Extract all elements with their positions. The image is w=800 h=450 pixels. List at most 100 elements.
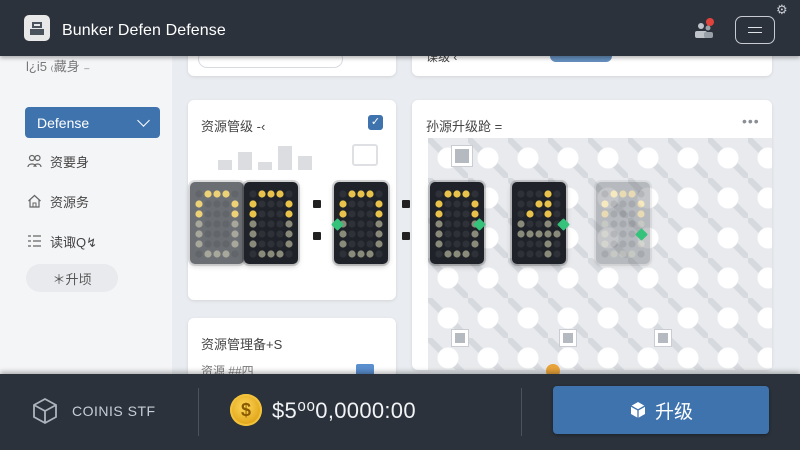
led-dot [348,240,356,248]
led-dot [619,230,627,238]
led-dot [462,250,470,258]
led-dot [258,190,266,198]
led-dot [526,230,534,238]
led-dot [222,240,230,248]
led-dot [348,250,356,258]
led-dot [285,230,293,238]
panel-checkbox[interactable]: ✓ [368,115,383,130]
timer-digit-box [596,182,650,264]
led-dot [285,200,293,208]
led-dot [610,240,618,248]
led-dot [517,200,525,208]
sidebar-item-list[interactable]: 读诹Q↯ [26,232,97,251]
upgrade-label: 升级 [654,401,693,423]
map-marker [655,330,671,346]
led-dot [285,210,293,218]
led-dot [195,250,203,258]
sidebar-item-label: 资要身 [50,155,90,170]
led-dot [213,230,221,238]
led-dot [444,190,452,198]
led-dot [195,200,203,208]
led-dot [285,250,293,258]
balance-value: $5⁰⁰0,0000:00 [272,398,416,423]
led-dot [375,240,383,248]
led-dot [553,210,561,218]
led-dot [535,210,543,218]
map-marker [452,146,472,166]
led-dot [435,190,443,198]
mini-bar-chart [218,142,312,170]
cube-icon [33,397,57,425]
coins-label: COINIS STF [72,403,156,419]
led-dot [553,190,561,198]
led-dot [619,190,627,198]
led-dot [348,210,356,218]
led-dot [231,230,239,238]
led-dot [195,230,203,238]
led-dot [222,200,230,208]
led-dot [619,240,627,248]
led-dot [453,220,461,228]
led-dot [471,200,479,208]
upgrade-button[interactable]: 升级 [553,386,769,434]
led-dot [462,190,470,198]
timer-digit [601,190,645,258]
led-dot [249,220,257,228]
led-dot [610,200,618,208]
led-dot [267,230,275,238]
led-dot [628,190,636,198]
led-dot [544,250,552,258]
led-dot [628,250,636,258]
led-dot [535,220,543,228]
led-dot [204,200,212,208]
led-dot [462,240,470,248]
sidebar-item-resources[interactable]: 资要身 [26,152,89,171]
timer-digit [195,190,239,258]
dropdown-value: Defense [37,114,90,131]
led-dot [435,250,443,258]
sidebar-item-tasks[interactable]: 资源务 [26,192,89,211]
led-dot [276,230,284,238]
led-dot [435,210,443,218]
led-dot [249,230,257,238]
defense-dropdown[interactable]: Defense [25,107,160,138]
led-dot [526,200,534,208]
led-dot [267,240,275,248]
led-dot [204,210,212,218]
led-dot [637,250,645,258]
led-dot [213,240,221,248]
led-dot [222,220,230,228]
upgrade-pill[interactable]: ＊升顷 [26,264,118,292]
led-dot [610,190,618,198]
timer-digit [249,190,293,258]
led-dot [435,200,443,208]
image-thumbnail-icon [352,144,378,166]
led-dot [348,190,356,198]
hamburger-menu-icon [748,26,762,29]
led-dot [267,210,275,218]
led-dot [526,210,534,218]
led-dot [357,190,365,198]
panel-title: 资源管理备+S [201,337,283,352]
led-dot [366,250,374,258]
notification-dot [706,18,714,26]
more-options-icon[interactable]: ••• [742,113,760,129]
gear-icon[interactable]: ⚙ [776,3,790,17]
resource-stock-panel: 资源管理备+S 资源 ##四 [188,318,396,378]
led-dot [195,190,203,198]
led-dot [204,220,212,228]
led-dot [610,220,618,228]
bunker-logo-icon [24,15,50,41]
led-dot [258,230,266,238]
list-icon [26,234,42,250]
map-marker [452,330,468,346]
led-dot [637,210,645,218]
led-dot [637,190,645,198]
led-dot [444,240,452,248]
led-dot [231,200,239,208]
menu-button[interactable] [735,16,775,44]
led-dot [357,200,365,208]
divider [521,388,522,436]
led-dot [375,190,383,198]
led-dot [517,220,525,228]
